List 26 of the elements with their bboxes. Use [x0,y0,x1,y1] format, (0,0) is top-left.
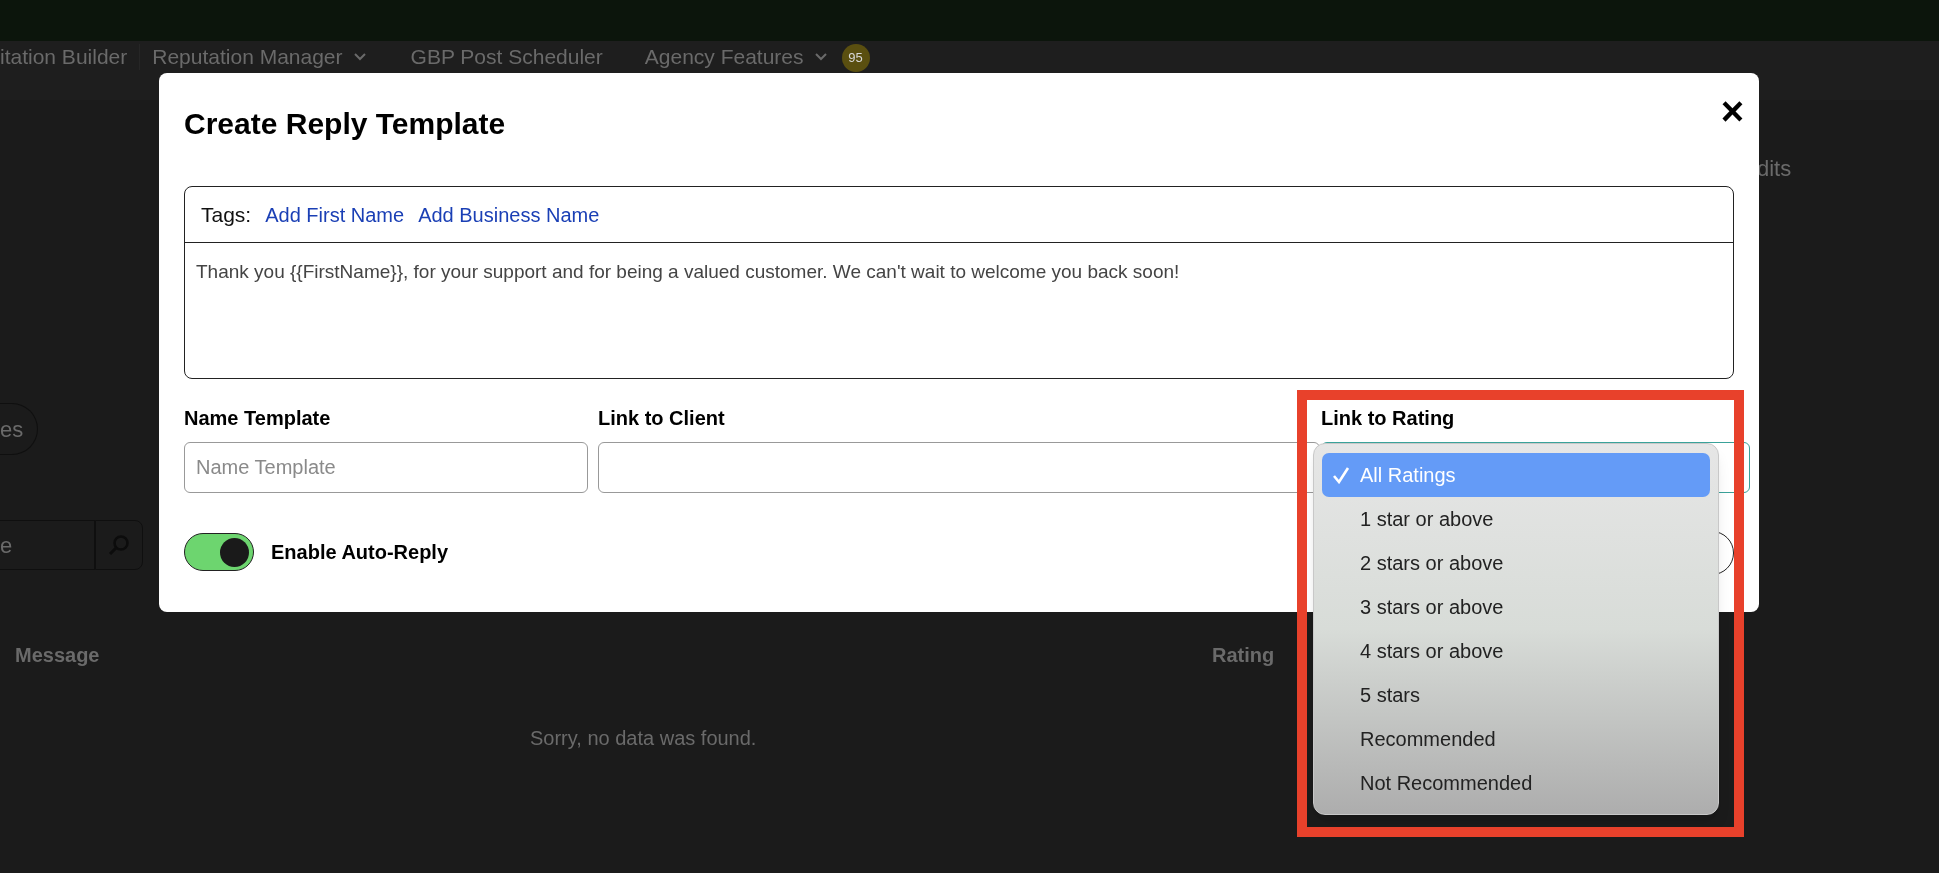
template-editor[interactable]: Tags: Add First Name Add Business Name Thank you {{FirstName}}, for your support and for being a valued customer. We can't wait to welcome you back soon! [184,186,1734,379]
dropdown-option[interactable]: 3 stars or above [1322,585,1710,629]
tags-label: Tags: [201,201,252,228]
dropdown-option[interactable]: 1 star or above [1322,497,1710,541]
toggle-switch[interactable] [184,533,254,571]
tag-link[interactable]: Add Business Name [418,199,600,230]
field-label: Name Template [184,406,332,431]
field-label: Link to Rating [1321,406,1456,431]
message-text: Thank you {{FirstName}}, for your support and for being a valued customer. We can't wait to welcome you back soon! [195,260,1181,284]
dialog-title: Create Reply Template [184,106,506,142]
dropdown-option[interactable]: 4 stars or above [1322,629,1710,673]
dropdown-option[interactable]: Recommended [1322,717,1710,761]
tag-link[interactable]: Add First Name [265,199,405,230]
toggle-label: Enable Auto-Reply [271,540,449,565]
heading-text: dits [1757,155,1792,183]
name-field[interactable]: Name Template [184,442,588,493]
close-button[interactable]: × [1720,93,1744,129]
count-badge: 95 [841,44,870,72]
checkmark-icon [1332,466,1350,484]
dropdown-option[interactable]: 2 stars or above [1322,541,1710,585]
empty-message: Sorry, no data was found. [530,726,757,751]
dropdown-option[interactable]: 5 stars [1322,673,1710,717]
column-header: Rating [1212,643,1275,668]
field-label: Link to Client [598,406,726,431]
column-header: Message [15,643,100,668]
dropdown-option[interactable]: Not Recommended [1322,761,1710,805]
